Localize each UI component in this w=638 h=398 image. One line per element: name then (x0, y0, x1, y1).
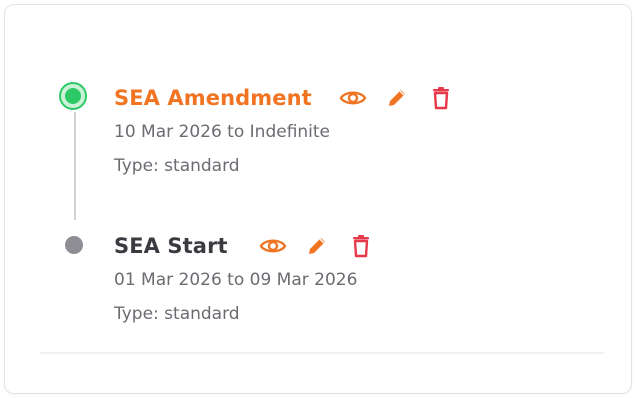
trash-icon[interactable] (346, 231, 376, 261)
card-bottom-divider (40, 352, 604, 354)
timeline-entry: SEA Amendment 10 Mar 2026 to Indefinite … (114, 82, 456, 176)
pencil-icon[interactable] (302, 231, 332, 261)
eye-icon[interactable] (258, 231, 288, 261)
entry-actions (258, 231, 376, 261)
entry-title-row: SEA Amendment (114, 82, 456, 114)
entry-date-range: 01 Mar 2026 to 09 Mar 2026 (114, 270, 358, 290)
pencil-icon[interactable] (382, 83, 412, 113)
entry-type: Type: standard (114, 156, 240, 176)
entry-title-row: SEA Start (114, 230, 376, 262)
timeline-dot-active (59, 82, 87, 110)
timeline-connector (74, 112, 76, 220)
entry-date-range: 10 Mar 2026 to Indefinite (114, 122, 331, 142)
entry-actions (338, 83, 456, 113)
entry-title: SEA Start (114, 234, 228, 258)
entry-title: SEA Amendment (114, 86, 312, 110)
timeline-dot-active-inner (65, 88, 81, 104)
timeline-dot-inactive (65, 236, 83, 254)
timeline-card (4, 4, 632, 394)
entry-type: Type: standard (114, 304, 240, 324)
eye-icon[interactable] (338, 83, 368, 113)
trash-icon[interactable] (426, 83, 456, 113)
timeline-entry: SEA Start 01 Mar 2026 to 09 Mar 2026 Typ… (114, 230, 376, 324)
